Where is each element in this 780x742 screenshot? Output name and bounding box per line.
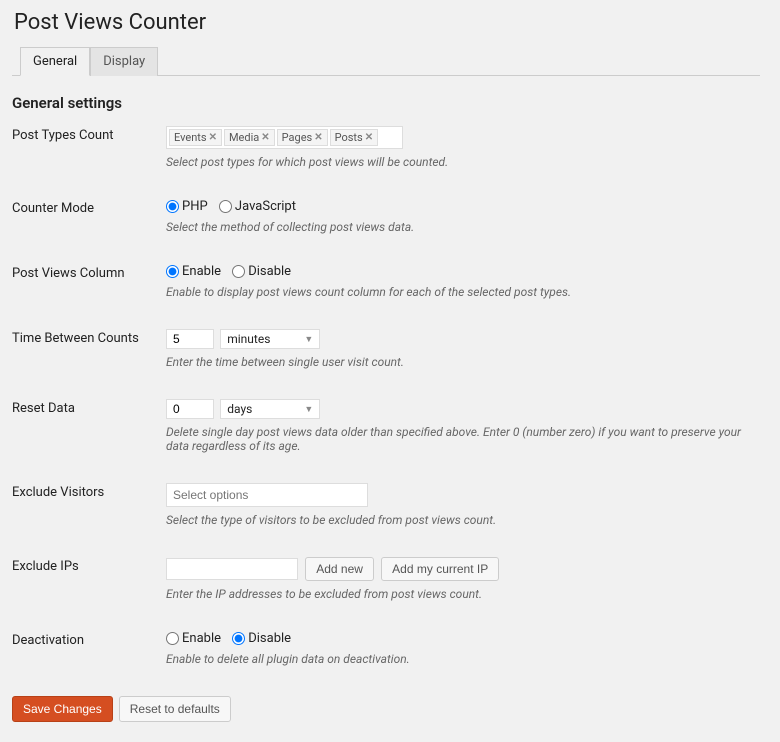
row-post-types: Post Types Count Events✕ Media✕ Pages✕ P… — [12, 126, 760, 169]
help-post-views-column: Enable to display post views count colum… — [166, 285, 760, 299]
label-exclude-ips: Exclude IPs — [12, 557, 166, 574]
time-between-input[interactable] — [166, 329, 214, 349]
radio-pvc-enable[interactable]: Enable — [166, 264, 221, 279]
label-deactivation: Deactivation — [12, 631, 166, 648]
row-deactivation: Deactivation Enable Disable Enable to de… — [12, 631, 760, 666]
form-actions: Save Changes Reset to defaults — [12, 696, 760, 722]
add-current-ip-button[interactable]: Add my current IP — [381, 557, 499, 581]
label-exclude-visitors: Exclude Visitors — [12, 483, 166, 500]
tab-general[interactable]: General — [20, 47, 90, 76]
exclude-ips-input[interactable] — [166, 558, 298, 580]
chevron-down-icon: ▼ — [304, 334, 313, 345]
page-title: Post Views Counter — [12, 10, 760, 35]
section-title: General settings — [12, 94, 760, 112]
radio-pvc-enable-input[interactable] — [166, 265, 179, 278]
row-post-views-column: Post Views Column Enable Disable Enable … — [12, 264, 760, 299]
tag-posts[interactable]: Posts✕ — [330, 129, 379, 146]
radio-js[interactable]: JavaScript — [219, 199, 296, 214]
radio-php[interactable]: PHP — [166, 199, 208, 214]
time-between-unit-select[interactable]: minutes▼ — [220, 329, 320, 349]
reset-data-input[interactable] — [166, 399, 214, 419]
help-time-between: Enter the time between single user visit… — [166, 355, 760, 369]
radio-deact-disable[interactable]: Disable — [232, 631, 291, 646]
add-new-button[interactable]: Add new — [305, 557, 374, 581]
label-post-types: Post Types Count — [12, 126, 166, 143]
help-post-types: Select post types for which post views w… — [166, 155, 760, 169]
post-types-tagbox[interactable]: Events✕ Media✕ Pages✕ Posts✕ — [166, 126, 403, 149]
radio-pvc-disable[interactable]: Disable — [232, 264, 291, 279]
tabs: General Display — [12, 47, 760, 76]
label-reset-data: Reset Data — [12, 399, 166, 416]
row-exclude-visitors: Exclude Visitors Select the type of visi… — [12, 483, 760, 527]
save-button[interactable]: Save Changes — [12, 696, 113, 722]
chevron-down-icon: ▼ — [304, 404, 313, 415]
tag-media[interactable]: Media✕ — [224, 129, 275, 146]
row-time-between: Time Between Counts minutes▼ Enter the t… — [12, 329, 760, 369]
help-exclude-ips: Enter the IP addresses to be excluded fr… — [166, 587, 760, 601]
close-icon[interactable]: ✕ — [365, 132, 373, 143]
tag-pages[interactable]: Pages✕ — [277, 129, 328, 146]
row-exclude-ips: Exclude IPs Add new Add my current IP En… — [12, 557, 760, 601]
radio-deact-enable-input[interactable] — [166, 632, 179, 645]
row-counter-mode: Counter Mode PHP JavaScript Select the m… — [12, 199, 760, 234]
tab-display[interactable]: Display — [90, 47, 158, 76]
radio-php-input[interactable] — [166, 200, 179, 213]
post-types-input[interactable] — [380, 132, 400, 144]
help-exclude-visitors: Select the type of visitors to be exclud… — [166, 513, 760, 527]
radio-pvc-disable-input[interactable] — [232, 265, 245, 278]
close-icon[interactable]: ✕ — [314, 132, 322, 143]
help-counter-mode: Select the method of collecting post vie… — [166, 220, 760, 234]
label-counter-mode: Counter Mode — [12, 199, 166, 216]
row-reset-data: Reset Data days▼ Delete single day post … — [12, 399, 760, 453]
tag-events[interactable]: Events✕ — [169, 129, 222, 146]
label-time-between: Time Between Counts — [12, 329, 166, 346]
close-icon[interactable]: ✕ — [209, 132, 217, 143]
radio-js-input[interactable] — [219, 200, 232, 213]
close-icon[interactable]: ✕ — [261, 132, 269, 143]
radio-deact-disable-input[interactable] — [232, 632, 245, 645]
label-post-views-column: Post Views Column — [12, 264, 166, 281]
help-deactivation: Enable to delete all plugin data on deac… — [166, 652, 760, 666]
help-reset-data: Delete single day post views data older … — [166, 425, 760, 453]
reset-button[interactable]: Reset to defaults — [119, 696, 231, 722]
radio-deact-enable[interactable]: Enable — [166, 631, 221, 646]
reset-data-unit-select[interactable]: days▼ — [220, 399, 320, 419]
exclude-visitors-input[interactable] — [166, 483, 368, 507]
